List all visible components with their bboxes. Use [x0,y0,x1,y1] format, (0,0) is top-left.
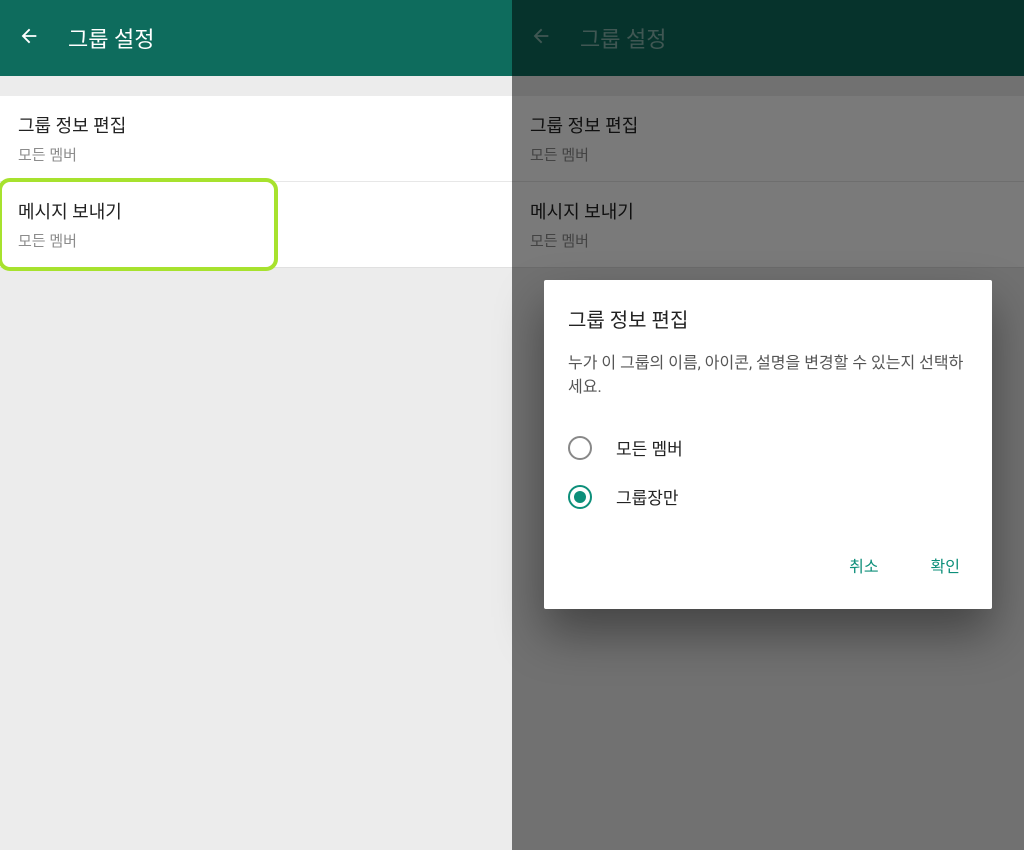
spacer [0,76,512,96]
app-bar: 그룹 설정 [0,0,512,76]
radio-label: 그룹장만 [616,484,679,509]
settings-list: 그룹 정보 편집 모든 멤버 메시지 보내기 모든 멤버 [0,96,512,268]
list-item-title: 그룹 정보 편집 [18,112,494,138]
radio-label: 모든 멤버 [616,435,683,460]
left-screen: 그룹 설정 그룹 정보 편집 모든 멤버 메시지 보내기 모든 멤버 [0,0,512,850]
radio-option-admins-only[interactable]: 그룹장만 [568,472,968,521]
right-screen: 그룹 설정 그룹 정보 편집 모든 멤버 메시지 보내기 모든 멤버 그룹 정보… [512,0,1024,850]
dialog-description: 누가 이 그룹의 이름, 아이콘, 설명을 변경할 수 있는지 선택하세요. [568,351,968,399]
tutorial-highlight [0,178,278,271]
list-item-subtitle: 모든 멤버 [18,230,494,251]
back-arrow-icon[interactable] [18,25,40,51]
app-bar-title: 그룹 설정 [68,22,154,54]
radio-button-icon [568,485,592,509]
list-item-edit-group-info[interactable]: 그룹 정보 편집 모든 멤버 [0,96,512,182]
list-item-subtitle: 모든 멤버 [18,144,494,165]
edit-group-info-dialog: 그룹 정보 편집 누가 이 그룹의 이름, 아이콘, 설명을 변경할 수 있는지… [544,280,992,609]
radio-button-icon [568,436,592,460]
radio-option-all-members[interactable]: 모든 멤버 [568,423,968,472]
dialog-title: 그룹 정보 편집 [568,304,968,333]
confirm-button[interactable]: 확인 [923,545,968,585]
list-item-send-messages[interactable]: 메시지 보내기 모든 멤버 [0,182,512,267]
dialog-actions: 취소 확인 [568,545,968,585]
cancel-button[interactable]: 취소 [841,545,886,585]
list-item-title: 메시지 보내기 [18,198,494,224]
